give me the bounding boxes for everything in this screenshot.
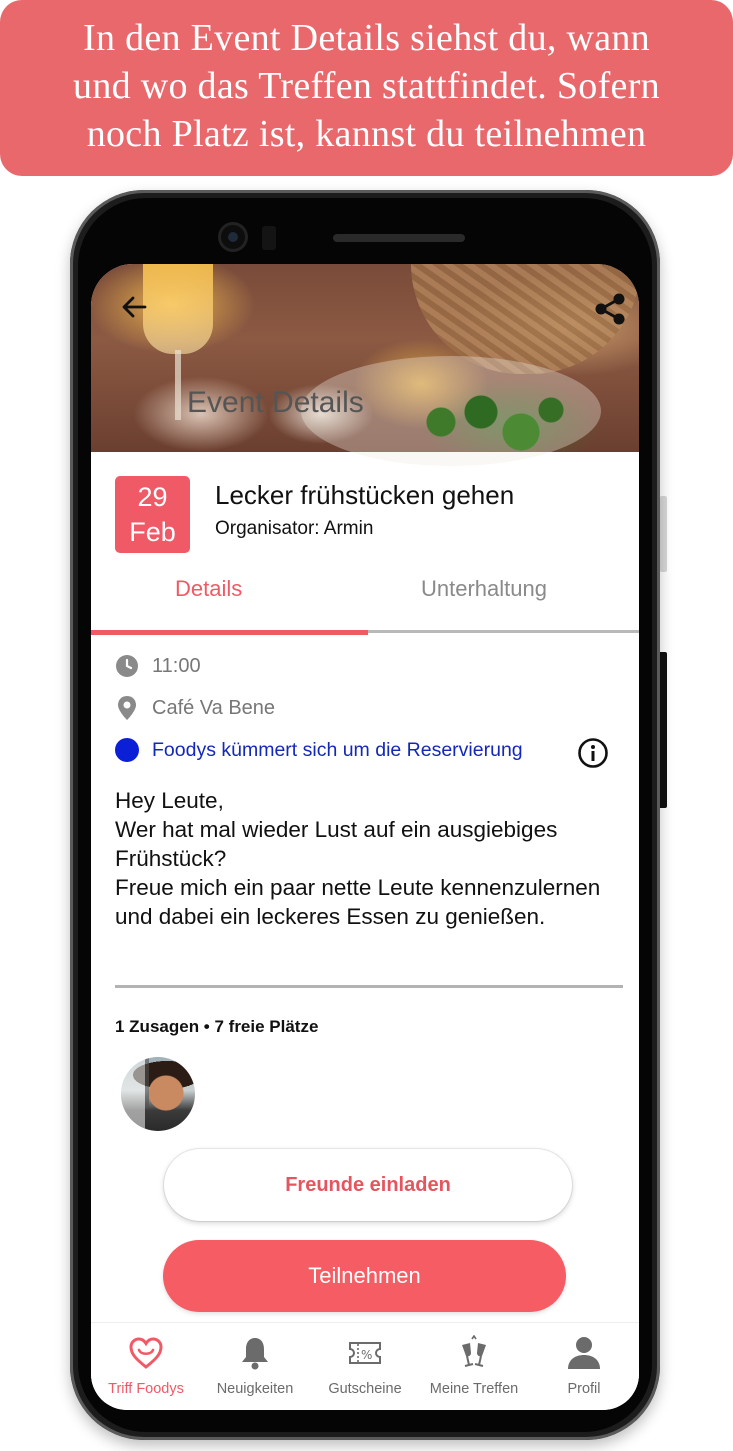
reservation-dot-icon (115, 738, 139, 762)
app-screen: Event Details 29 Feb Lecker frühstücken … (91, 264, 639, 1410)
tab-unterhaltung[interactable]: Unterhaltung (421, 576, 547, 602)
cheers-icon (462, 1335, 486, 1367)
join-button[interactable]: Teilnehmen (163, 1240, 566, 1312)
earpiece-speaker (333, 234, 465, 242)
nav-label-gutscheine: Gutscheine (328, 1381, 402, 1397)
nav-profil[interactable]: Profil (529, 1323, 639, 1410)
info-icon (578, 738, 608, 768)
coupon-icon: % (349, 1342, 381, 1364)
share-button[interactable] (593, 292, 625, 325)
event-description: Hey Leute, Wer hat mal wieder Lust auf e… (115, 788, 601, 929)
caption-line-2: und wo das Treffen stattfindet. Sofern (73, 65, 660, 107)
nav-gutscheine[interactable]: % Gutscheine (310, 1323, 420, 1410)
tab-details[interactable]: Details (175, 576, 242, 602)
header-photo: Event Details (91, 264, 639, 466)
photo-glass-stem (175, 350, 181, 420)
svg-text:%: % (361, 1348, 372, 1362)
event-date-badge: 29 Feb (115, 476, 190, 553)
arrow-left-icon (122, 296, 147, 318)
event-day: 29 (137, 482, 168, 512)
nav-meine-treffen[interactable]: Meine Treffen (419, 1323, 529, 1410)
nav-triff-foodys[interactable]: Triff Foodys (91, 1323, 201, 1410)
nav-label-neuigkeiten: Neuigkeiten (216, 1381, 294, 1397)
event-month: Feb (129, 517, 176, 547)
reservation-note: Foodys kümmert sich um die Reservierung (152, 738, 523, 761)
photo-juice-glass (143, 264, 213, 354)
participants-summary: 1 Zusagen • 7 freie Plätze (115, 1017, 319, 1036)
caption-banner: In den Event Details siehst du, wann und… (0, 0, 733, 176)
participant-avatar[interactable] (121, 1057, 195, 1131)
page-title: Event Details (187, 386, 364, 419)
event-organizer: Organisator: Armin (215, 518, 374, 539)
photo-salad (421, 392, 571, 452)
active-tab-indicator (91, 630, 368, 635)
clock-icon (115, 654, 139, 678)
reservation-row: Foodys kümmert sich um die Reservierung (115, 735, 523, 765)
heart-icon (129, 1337, 163, 1369)
event-title: Lecker frühstücken gehen (215, 480, 515, 510)
nav-label-triff-foodys: Triff Foodys (108, 1381, 184, 1397)
back-button[interactable] (119, 292, 149, 322)
invite-friends-button[interactable]: Freunde einladen (164, 1149, 572, 1221)
section-divider (115, 985, 623, 988)
nav-label-meine-treffen: Meine Treffen (429, 1381, 519, 1397)
nav-neuigkeiten[interactable]: Neuigkeiten (200, 1323, 310, 1410)
info-button[interactable] (577, 737, 609, 769)
caption-line-1: In den Event Details siehst du, wann (83, 17, 650, 59)
location-pin-icon (115, 696, 139, 720)
person-icon (568, 1337, 600, 1369)
bottom-navigation: Triff Foodys Neuigkeiten % Gutscheine Me… (91, 1322, 639, 1410)
nav-label-profil: Profil (567, 1381, 601, 1397)
bell-icon (242, 1338, 268, 1370)
phone-side-button (660, 496, 667, 572)
phone-sensor (262, 226, 276, 250)
event-time: 11:00 (152, 654, 201, 677)
front-camera (218, 222, 248, 252)
event-place: Café Va Bene (152, 696, 276, 719)
share-icon (595, 293, 625, 325)
event-place-row: Café Va Bene (115, 693, 275, 723)
event-time-row: 11:00 (115, 651, 201, 681)
caption-line-3: noch Platz ist, kannst du teilnehmen (86, 113, 647, 155)
